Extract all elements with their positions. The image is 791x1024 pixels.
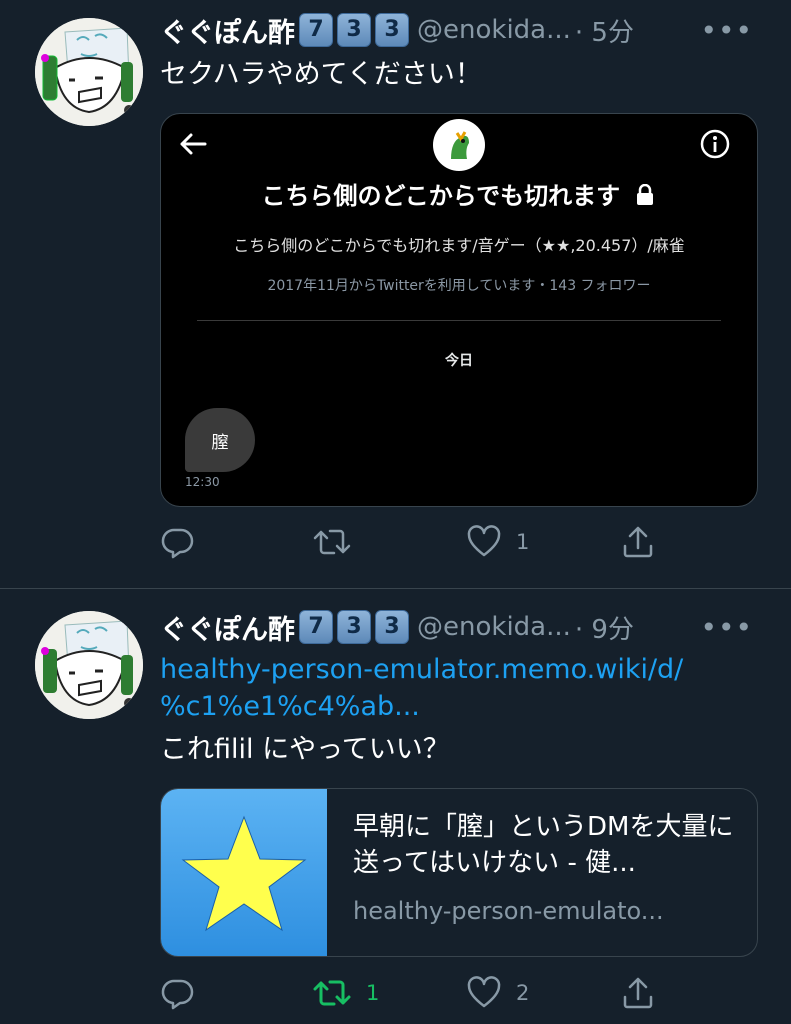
embedded-dm-screenshot[interactable]: こちら側のどこからでも切れます こちら側のどこからでも切れます/音ゲー（★★,2… xyxy=(160,113,758,507)
keycap-badge: 7 xyxy=(299,13,333,47)
dm-avatar xyxy=(433,119,485,171)
share-button[interactable] xyxy=(620,973,656,1013)
user-handle[interactable]: @enokida... xyxy=(417,15,571,45)
avatar[interactable] xyxy=(35,18,143,126)
message-bubble: 膣 xyxy=(185,408,255,472)
reply-button[interactable] xyxy=(160,522,210,562)
dm-profile-name: こちら側のどこからでも切れます xyxy=(261,182,621,210)
dm-profile-meta: 2017年11月からTwitterを利用しています・143 フォロワー xyxy=(267,278,651,294)
link-card[interactable]: 早朝に「膣」というDMを大量に送ってはいけない - 健... healthy-p… xyxy=(160,788,758,957)
reply-icon xyxy=(161,979,194,1010)
card-domain: healthy-person-emulato... xyxy=(353,897,664,925)
display-name[interactable]: ぐぐぽん酢 xyxy=(160,11,295,50)
tweet-actions: 1 xyxy=(0,522,791,562)
tweet-header: ぐぐぽん酢 7 3 3 @enokida... · 5分 ••• xyxy=(160,10,791,50)
link-line: healthy-person-emulator.memo.wiki/d/ xyxy=(160,654,684,685)
star-icon xyxy=(181,815,307,932)
card-title: 早朝に「膣」というDMを大量に送ってはいけない - 健... xyxy=(353,812,734,878)
tweet-text: セクハラやめてください！ xyxy=(160,59,482,90)
like-count: 1 xyxy=(516,530,530,554)
like-button[interactable]: 1 xyxy=(466,522,529,562)
avatar[interactable] xyxy=(35,611,143,719)
display-name[interactable]: ぐぐぽん酢 xyxy=(160,608,295,647)
date-divider: 今日 xyxy=(445,353,473,369)
heart-icon xyxy=(467,976,501,1008)
keycap-badge: 7 xyxy=(299,610,333,644)
tweet-link[interactable]: healthy-person-emulator.memo.wiki/d/ %c1… xyxy=(160,651,683,725)
user-handle[interactable]: @enokida... xyxy=(417,612,571,642)
tweet-actions: 1 2 xyxy=(0,973,791,1013)
more-options-icon[interactable]: ••• xyxy=(700,14,753,47)
lock-icon xyxy=(637,183,654,205)
dm-profile-title: こちら側のどこからでも切れます xyxy=(161,176,757,211)
retweet-icon xyxy=(313,529,351,555)
divider xyxy=(197,320,721,321)
link-line: %c1%e1%c4%ab... xyxy=(160,691,420,722)
share-icon xyxy=(623,977,653,1009)
like-button[interactable]: 2 xyxy=(466,973,529,1013)
share-button[interactable] xyxy=(620,522,656,562)
message-time: 12:30 xyxy=(185,475,220,489)
dm-profile-bio: こちら側のどこからでも切れます/音ゲー（★★,20.457）/麻雀 xyxy=(233,236,685,255)
card-thumbnail xyxy=(161,789,327,956)
keycap-badge: 3 xyxy=(337,13,371,47)
heart-icon xyxy=(467,525,501,557)
tweet-text: これfilil にやっていい？ xyxy=(160,734,450,765)
reply-button[interactable] xyxy=(160,973,210,1013)
retweet-button[interactable] xyxy=(312,522,366,562)
like-count: 2 xyxy=(516,981,530,1005)
retweet-icon xyxy=(313,980,351,1006)
timestamp[interactable]: · 9分 xyxy=(575,609,634,646)
keycap-badge: 3 xyxy=(375,13,409,47)
keycap-badge: 3 xyxy=(375,610,409,644)
share-icon xyxy=(623,526,653,558)
tweet[interactable]: ぐぐぽん酢 7 3 3 @enokida... · 5分 ••• セクハラやめて… xyxy=(0,0,791,589)
retweet-count: 1 xyxy=(366,981,380,1005)
retweet-button[interactable]: 1 xyxy=(312,973,379,1013)
more-options-icon[interactable]: ••• xyxy=(700,611,753,644)
tweet-header: ぐぐぽん酢 7 3 3 @enokida... · 9分 ••• xyxy=(160,607,791,647)
tweet[interactable]: ぐぐぽん酢 7 3 3 @enokida... · 9分 ••• healthy… xyxy=(0,589,791,1024)
reply-icon xyxy=(161,528,194,559)
keycap-badge: 3 xyxy=(337,610,371,644)
back-arrow-icon xyxy=(180,133,207,155)
timestamp[interactable]: · 5分 xyxy=(575,12,634,49)
info-icon xyxy=(700,129,730,159)
